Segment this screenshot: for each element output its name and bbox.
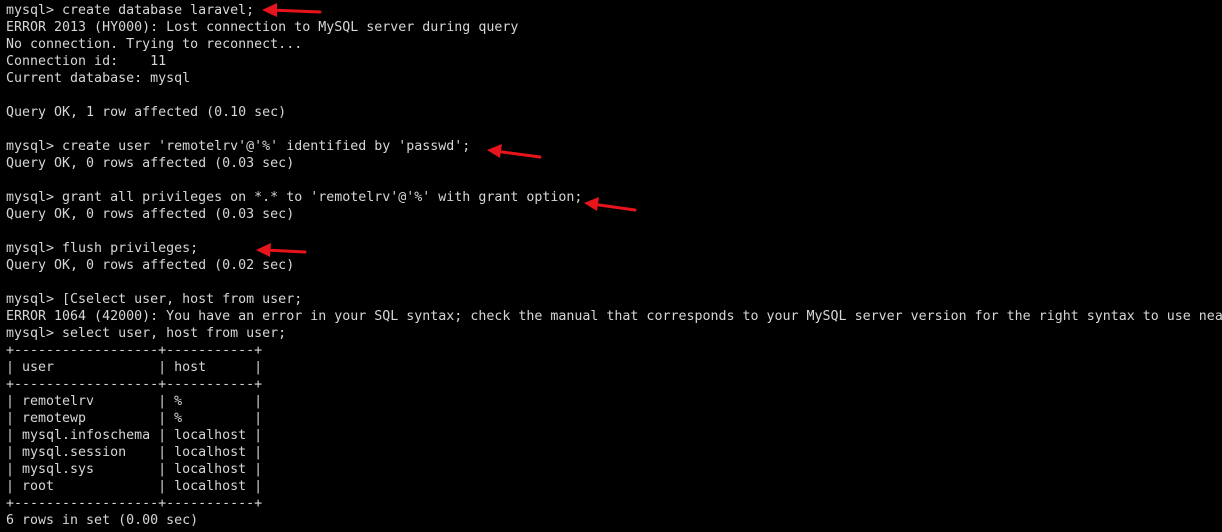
table-row: | mysql.session | localhost |	[6, 445, 263, 460]
command-line: mysql> [Cselect user, host from user;	[6, 292, 303, 307]
table-row: | remotewp | % |	[6, 411, 263, 426]
table-row: | root | localhost |	[6, 479, 263, 494]
table-row: | remotelrv | % |	[6, 394, 263, 409]
result-line: Query OK, 0 rows affected (0.03 sec)	[6, 207, 295, 222]
terminal-line: No connection. Trying to reconnect...	[6, 37, 303, 52]
terminal-line: Connection id: 11	[6, 54, 167, 69]
table-row: | mysql.infoschema | localhost |	[6, 428, 263, 443]
command-line: mysql> create database laravel;	[6, 3, 255, 18]
command-line: mysql> select user, host from user;	[6, 326, 287, 341]
result-line: Query OK, 0 rows affected (0.03 sec)	[6, 156, 295, 171]
error-line: ERROR 1064 (42000): You have an error in…	[6, 309, 1222, 324]
table-row: | mysql.sys | localhost |	[6, 462, 263, 477]
command-line: mysql> create user 'remotelrv'@'%' ident…	[6, 139, 471, 154]
terminal-output: mysql> create database laravel; ERROR 201…	[6, 2, 1222, 529]
table-border-line: +------------------+-----------+	[6, 496, 263, 511]
table-header-row: | user | host |	[6, 360, 263, 375]
error-line: ERROR 2013 (HY000): Lost connection to M…	[6, 20, 519, 35]
result-line: Query OK, 1 row affected (0.10 sec)	[6, 105, 287, 120]
table-border-line: +------------------+-----------+	[6, 343, 263, 358]
terminal-window[interactable]: mysql> create database laravel; ERROR 201…	[0, 0, 1222, 532]
terminal-line: Current database: mysql	[6, 71, 191, 86]
table-border-line: +------------------+-----------+	[6, 377, 263, 392]
terminal-line: 6 rows in set (0.00 sec)	[6, 513, 199, 528]
command-line: mysql> grant all privileges on *.* to 'r…	[6, 190, 583, 205]
command-line: mysql> flush privileges;	[6, 241, 199, 256]
result-line: Query OK, 0 rows affected (0.02 sec)	[6, 258, 295, 273]
